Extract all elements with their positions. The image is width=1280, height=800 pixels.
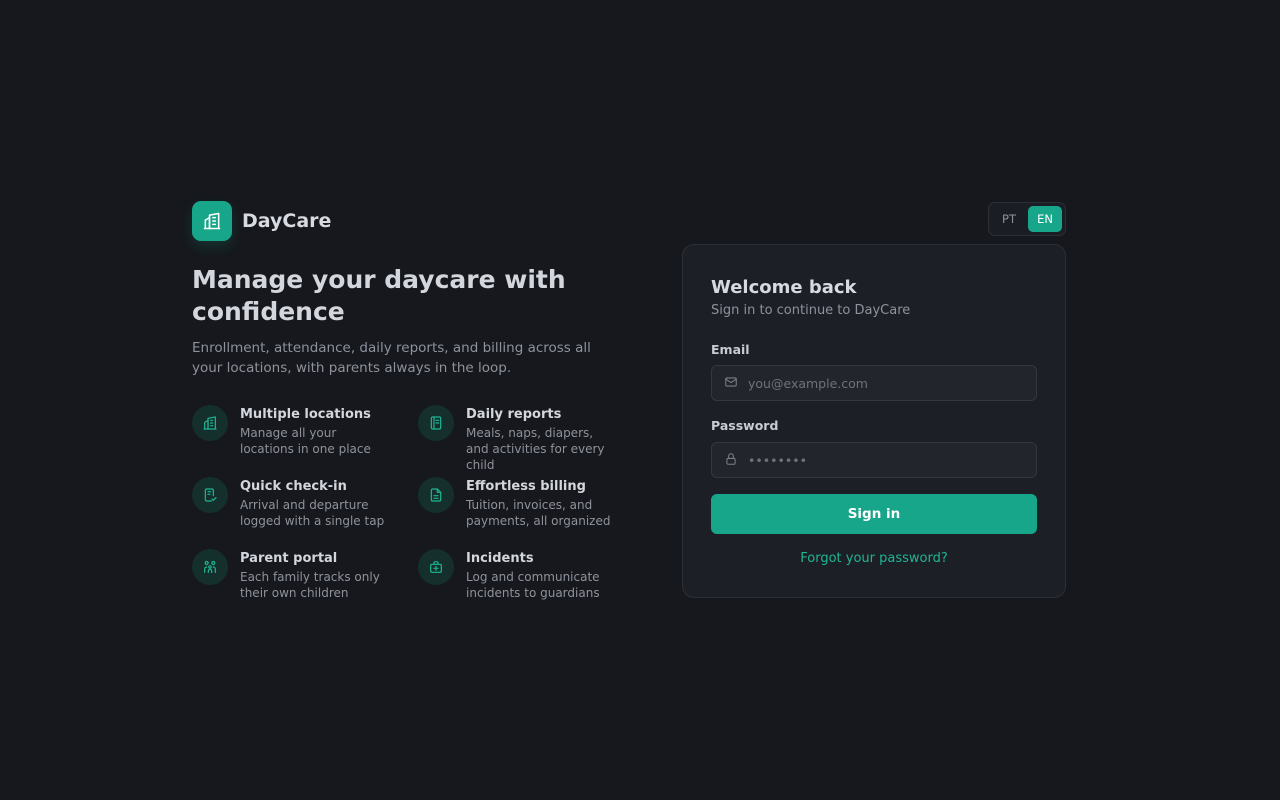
mail-icon [724, 374, 738, 393]
brand-name: DayCare [242, 210, 332, 232]
language-option-pt[interactable]: PT [992, 206, 1026, 232]
brand: DayCare [192, 201, 331, 241]
login-card: Welcome back Sign in to continue to DayC… [682, 244, 1066, 598]
language-toggle: PT EN [988, 202, 1066, 236]
login-subtitle: Sign in to continue to DayCare [711, 303, 911, 318]
password-field[interactable] [711, 442, 1037, 478]
feature-title: Incidents [466, 551, 534, 566]
email-input[interactable] [748, 375, 1018, 391]
feature-title: Effortless billing [466, 479, 586, 494]
sign-in-button[interactable]: Sign in [711, 494, 1037, 534]
hero-title: Manage your daycare with confidence [192, 265, 566, 326]
feature-description: Each family tracks only their own childr… [240, 570, 380, 600]
feature-title: Quick check-in [240, 479, 347, 494]
feature-item: Parent portal Each family tracks only th… [192, 549, 418, 605]
feature-title: Parent portal [240, 551, 338, 566]
feature-description: Log and communicate incidents to guardia… [466, 570, 600, 600]
family-icon [192, 549, 228, 585]
clipboard-check-icon [192, 477, 228, 513]
forgot-password-link[interactable]: Forgot your password? [711, 551, 1037, 566]
notebook-icon [418, 405, 454, 441]
invoice-icon [418, 477, 454, 513]
building-icon [192, 201, 232, 241]
feature-item: Daily reports Meals, naps, diapers, and … [418, 405, 622, 472]
feature-description: Arrival and departure logged with a sing… [240, 498, 385, 528]
password-label: Password [711, 418, 779, 433]
language-option-en[interactable]: EN [1028, 206, 1062, 232]
password-input[interactable] [748, 452, 1018, 468]
feature-grid: Multiple locations Manage all your locat… [192, 405, 622, 605]
email-label: Email [711, 342, 750, 357]
building-icon [192, 405, 228, 441]
login-title: Welcome back [711, 277, 857, 298]
hero-subtitle: Enrollment, attendance, daily reports, a… [192, 340, 591, 376]
feature-description: Tuition, invoices, and payments, all org… [466, 498, 611, 528]
lock-icon [724, 451, 738, 470]
feature-description: Manage all your locations in one place [240, 426, 371, 456]
feature-item: Quick check-in Arrival and departure log… [192, 477, 418, 533]
first-aid-icon [418, 549, 454, 585]
feature-description: Meals, naps, diapers, and activities for… [466, 426, 605, 472]
feature-item: Incidents Log and communicate incidents … [418, 549, 622, 605]
feature-title: Daily reports [466, 407, 562, 422]
feature-title: Multiple locations [240, 407, 371, 422]
email-field[interactable] [711, 365, 1037, 401]
feature-item: Multiple locations Manage all your locat… [192, 405, 418, 461]
feature-item: Effortless billing Tuition, invoices, an… [418, 477, 622, 533]
